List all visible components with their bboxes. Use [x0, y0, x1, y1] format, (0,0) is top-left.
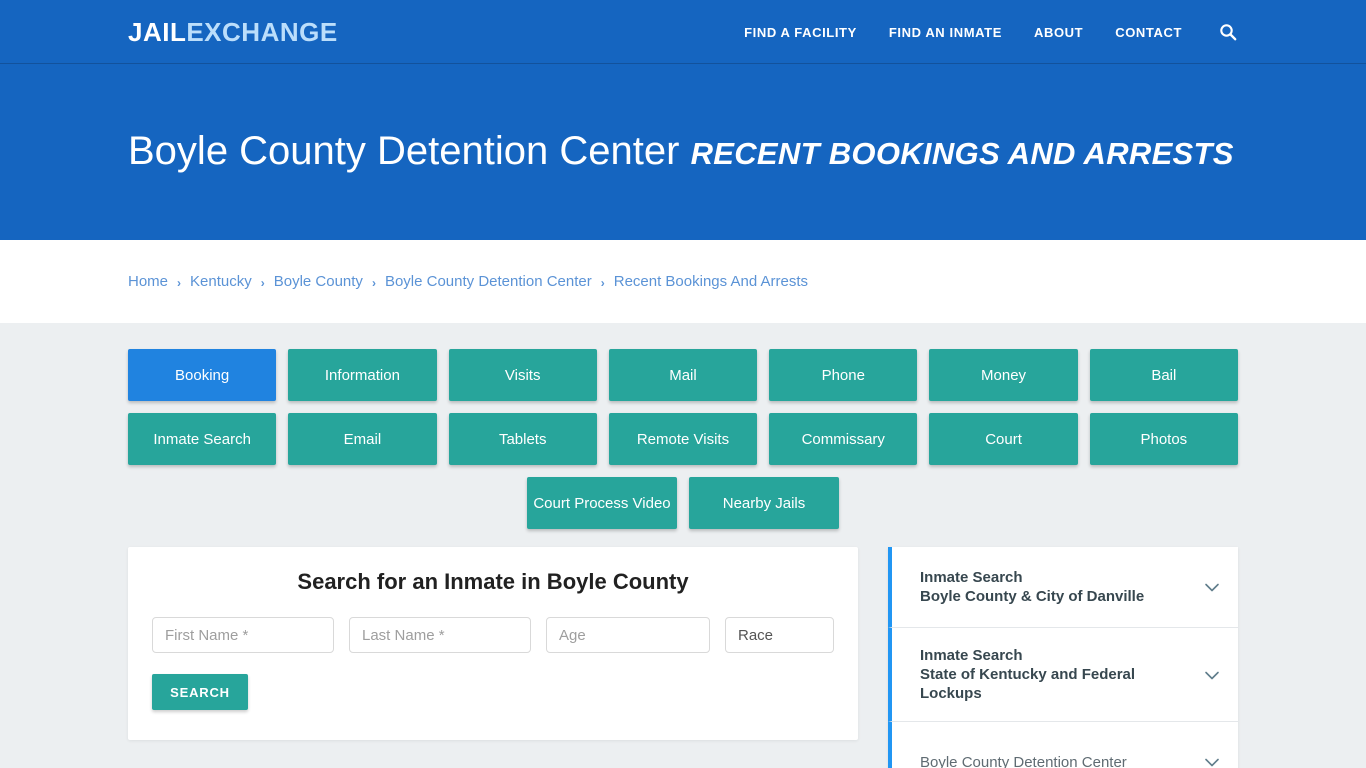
- page-title: Boyle County Detention Center RECENT BOO…: [128, 121, 1234, 184]
- breadcrumb-item-home[interactable]: Home: [128, 273, 168, 290]
- logo-text-exchange: EXCHANGE: [186, 17, 338, 47]
- page-title-subtitle: RECENT BOOKINGS AND ARRESTS: [690, 135, 1234, 171]
- tab-remote-visits[interactable]: Remote Visits: [608, 413, 758, 465]
- tab-phone[interactable]: Phone: [769, 349, 918, 401]
- nav-find-a-facility[interactable]: FIND A FACILITY: [744, 25, 857, 40]
- tab-booking[interactable]: Booking: [128, 349, 277, 401]
- sidebar-item-line2: State of Kentucky and Federal: [920, 666, 1136, 683]
- search-submit-button[interactable]: SEARCH: [152, 674, 248, 710]
- search-icon[interactable]: [1218, 22, 1238, 42]
- tab-bail[interactable]: Bail: [1089, 349, 1238, 401]
- tab-email[interactable]: Email: [288, 413, 437, 465]
- site-header: JAILEXCHANGE FIND A FACILITY FIND AN INM…: [0, 0, 1366, 64]
- sidebar-accordion: Inmate Search Boyle County & City of Dan…: [888, 547, 1238, 768]
- sidebar-item-inmate-search-boyle[interactable]: Inmate Search Boyle County & City of Dan…: [888, 547, 1238, 628]
- sidebar-item-label: Boyle County Detention Center: [920, 753, 1190, 768]
- breadcrumb-item-boyle-county[interactable]: Boyle County: [274, 273, 363, 290]
- facility-tab-grid: Booking Information Visits Mail Phone Mo…: [128, 349, 1238, 529]
- breadcrumb-bar: Home › Kentucky › Boyle County › Boyle C…: [0, 240, 1366, 323]
- breadcrumb: Home › Kentucky › Boyle County › Boyle C…: [128, 273, 808, 290]
- sidebar-item-boyle-county-detention-center[interactable]: Boyle County Detention Center: [888, 722, 1238, 768]
- tab-information[interactable]: Information: [288, 349, 437, 401]
- site-logo[interactable]: JAILEXCHANGE: [128, 18, 338, 46]
- breadcrumb-item-facility[interactable]: Boyle County Detention Center: [385, 273, 592, 290]
- chevron-down-icon[interactable]: [1202, 665, 1222, 685]
- chevron-down-icon[interactable]: [1202, 752, 1222, 768]
- first-name-input[interactable]: [152, 617, 334, 653]
- race-select[interactable]: Race: [725, 617, 834, 653]
- chevron-down-icon[interactable]: [1202, 577, 1222, 597]
- sidebar-item-line1: Boyle County Detention Center: [920, 753, 1127, 768]
- main-navigation: FIND A FACILITY FIND AN INMATE ABOUT CON…: [744, 0, 1238, 64]
- tab-mail[interactable]: Mail: [608, 349, 758, 401]
- sidebar-item-line2: Boyle County & City of Danville: [920, 588, 1145, 605]
- tab-photos[interactable]: Photos: [1089, 413, 1238, 465]
- breadcrumb-separator-icon: ›: [600, 275, 605, 290]
- page-title-facility: Boyle County Detention Center: [128, 128, 680, 173]
- sidebar-item-line1: Inmate Search: [920, 647, 1023, 664]
- main-content: Booking Information Visits Mail Phone Mo…: [0, 323, 1366, 768]
- tab-row-2: Inmate Search Email Tablets Remote Visit…: [128, 413, 1238, 465]
- breadcrumb-separator-icon: ›: [177, 275, 182, 290]
- sidebar-item-line3: Lockups: [920, 685, 982, 702]
- logo-text-jail: JAIL: [128, 17, 187, 47]
- last-name-input[interactable]: [349, 617, 531, 653]
- breadcrumb-separator-icon: ›: [371, 275, 376, 290]
- tab-tablets[interactable]: Tablets: [448, 413, 597, 465]
- tab-visits[interactable]: Visits: [448, 349, 597, 401]
- tab-court-process-video[interactable]: Court Process Video: [527, 477, 677, 529]
- sidebar-item-inmate-search-kentucky[interactable]: Inmate Search State of Kentucky and Fede…: [888, 628, 1238, 722]
- nav-find-an-inmate[interactable]: FIND AN INMATE: [889, 25, 1002, 40]
- tab-court[interactable]: Court: [929, 413, 1078, 465]
- age-input[interactable]: [546, 617, 710, 653]
- page-hero: Boyle County Detention Center RECENT BOO…: [0, 64, 1366, 240]
- sidebar-item-label: Inmate Search State of Kentucky and Fede…: [920, 646, 1190, 703]
- nav-about[interactable]: ABOUT: [1034, 25, 1083, 40]
- inmate-search-panel: Search for an Inmate in Boyle County Rac…: [128, 547, 858, 740]
- breadcrumb-item-current[interactable]: Recent Bookings And Arrests: [614, 273, 808, 290]
- tab-money[interactable]: Money: [929, 349, 1078, 401]
- search-panel-heading: Search for an Inmate in Boyle County: [297, 569, 689, 594]
- tab-row-3: Court Process Video Nearby Jails: [128, 477, 1238, 529]
- content-columns: Search for an Inmate in Boyle County Rac…: [128, 547, 1238, 768]
- breadcrumb-item-kentucky[interactable]: Kentucky: [190, 273, 252, 290]
- tab-commissary[interactable]: Commissary: [769, 413, 918, 465]
- tab-row-1: Booking Information Visits Mail Phone Mo…: [128, 349, 1238, 401]
- sidebar-item-label: Inmate Search Boyle County & City of Dan…: [920, 568, 1190, 606]
- tab-inmate-search[interactable]: Inmate Search: [128, 413, 277, 465]
- tab-nearby-jails[interactable]: Nearby Jails: [689, 477, 839, 529]
- breadcrumb-separator-icon: ›: [260, 275, 265, 290]
- search-fields: Race: [152, 617, 834, 653]
- nav-contact[interactable]: CONTACT: [1115, 25, 1182, 40]
- sidebar-item-line1: Inmate Search: [920, 569, 1023, 586]
